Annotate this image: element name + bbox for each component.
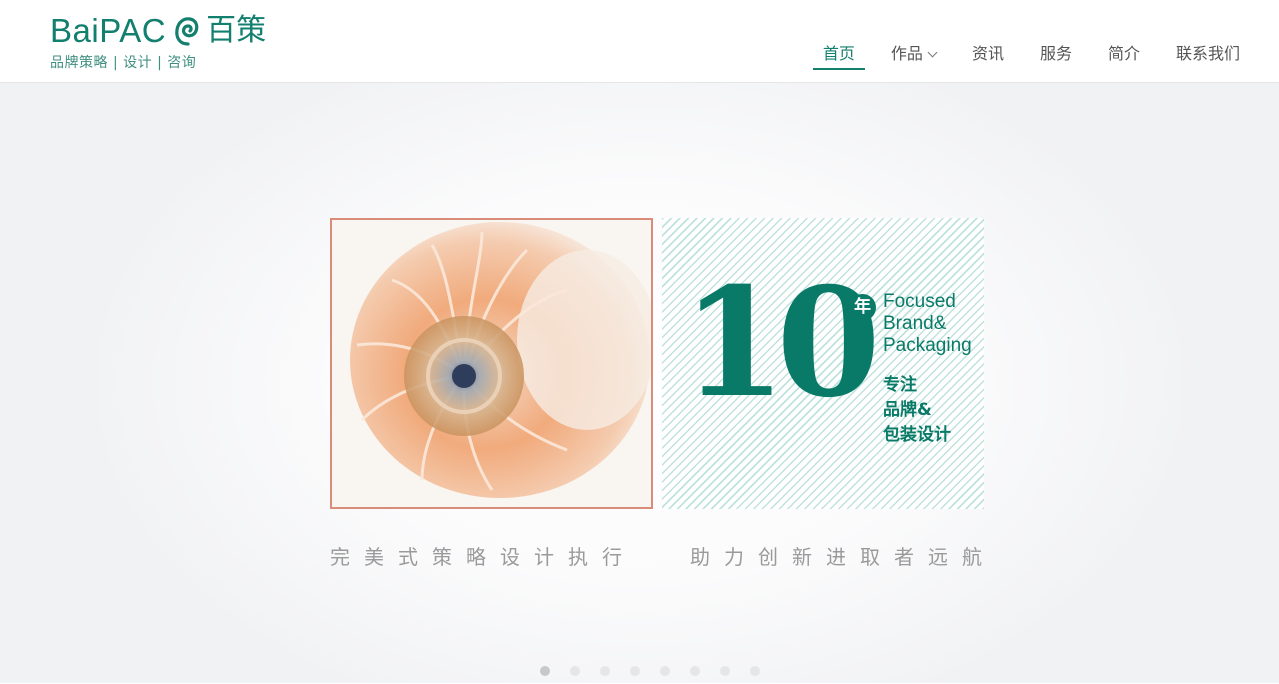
year-badge: 年 — [849, 294, 876, 321]
carousel-dot[interactable] — [600, 666, 610, 676]
logo-text-cn: 百策 — [206, 13, 267, 48]
ten-years-panel: 10 年 Focused Brand& Packaging 专注 品牌& 包装设… — [662, 218, 984, 509]
nav-item-news[interactable]: 资讯 — [972, 42, 1004, 70]
nav-item-home[interactable]: 首页 — [812, 42, 865, 70]
carousel-dot[interactable] — [690, 666, 700, 676]
focus-text-cn: 专注 品牌& 包装设计 — [883, 375, 951, 445]
spiral-logo-icon — [175, 17, 199, 46]
logo-text-en: BaiPAC — [50, 12, 167, 49]
nav-item-services[interactable]: 服务 — [1040, 42, 1072, 70]
logo-wordmark: BaiPAC 百策 — [50, 12, 280, 50]
carousel-dot[interactable] — [570, 666, 580, 676]
carousel-dot[interactable] — [540, 666, 550, 676]
main-nav: 首页 作品 资讯 服务 简介 联系我们 — [787, 42, 1240, 70]
carousel-dot[interactable] — [720, 666, 730, 676]
logo-tagline: 品牌策略 | 设计 | 咨询 — [50, 55, 197, 71]
chevron-down-icon — [927, 47, 938, 58]
focus-text-en: Focused Brand& Packaging — [883, 291, 972, 356]
carousel-dots — [540, 666, 780, 676]
carousel-dot[interactable] — [750, 666, 760, 676]
slogan-left: 完美式策略设计执行 — [330, 545, 636, 569]
carousel-dot[interactable] — [660, 666, 670, 676]
slogan-right: 助力创新进取者远航 — [690, 545, 996, 569]
carousel-dot[interactable] — [630, 666, 640, 676]
nautilus-illustration — [332, 220, 651, 507]
logo[interactable]: BaiPAC 百策 品牌策略 | 设计 | 咨询 — [50, 12, 280, 72]
nav-item-about[interactable]: 简介 — [1108, 42, 1140, 70]
years-number: 10 — [682, 255, 881, 431]
site-header: BaiPAC 百策 品牌策略 | 设计 | 咨询 首页 作品 资讯 服务 简介 … — [0, 0, 1279, 83]
hero-carousel[interactable]: 10 年 Focused Brand& Packaging 专注 品牌& 包装设… — [0, 83, 1279, 683]
nautilus-shell-image — [330, 218, 653, 509]
nav-item-works[interactable]: 作品 — [891, 42, 938, 70]
nav-item-contact[interactable]: 联系我们 — [1176, 42, 1240, 70]
